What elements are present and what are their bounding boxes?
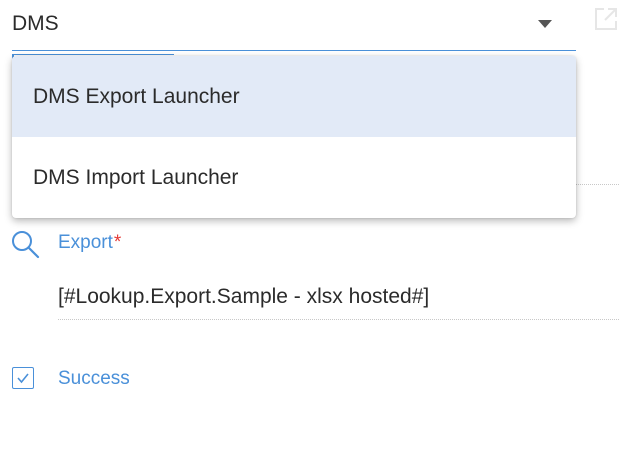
chevron-down-icon[interactable] xyxy=(538,20,552,28)
search-icon[interactable] xyxy=(10,229,40,259)
export-field-value[interactable]: [#Lookup.Export.Sample - xlsx hosted#] xyxy=(58,285,429,309)
dms-select[interactable]: DMS xyxy=(12,0,576,51)
required-marker: * xyxy=(113,232,122,253)
menu-item-dms-import-launcher[interactable]: DMS Import Launcher xyxy=(12,137,576,218)
external-link-icon[interactable] xyxy=(594,7,618,31)
export-field-underline xyxy=(58,319,619,320)
export-field-label: Export* xyxy=(58,232,121,254)
export-label-text: Export xyxy=(58,232,113,253)
page: DMS DMS Export Launcher DMS Import Launc… xyxy=(0,0,619,453)
success-checkbox[interactable] xyxy=(12,367,34,389)
success-label[interactable]: Success xyxy=(58,368,130,390)
menu-item-dms-export-launcher[interactable]: DMS Export Launcher xyxy=(12,56,576,137)
dropdown-menu: DMS Export Launcher DMS Import Launcher xyxy=(12,56,576,218)
checkmark-icon xyxy=(17,373,29,384)
dms-select-value: DMS xyxy=(12,12,59,35)
